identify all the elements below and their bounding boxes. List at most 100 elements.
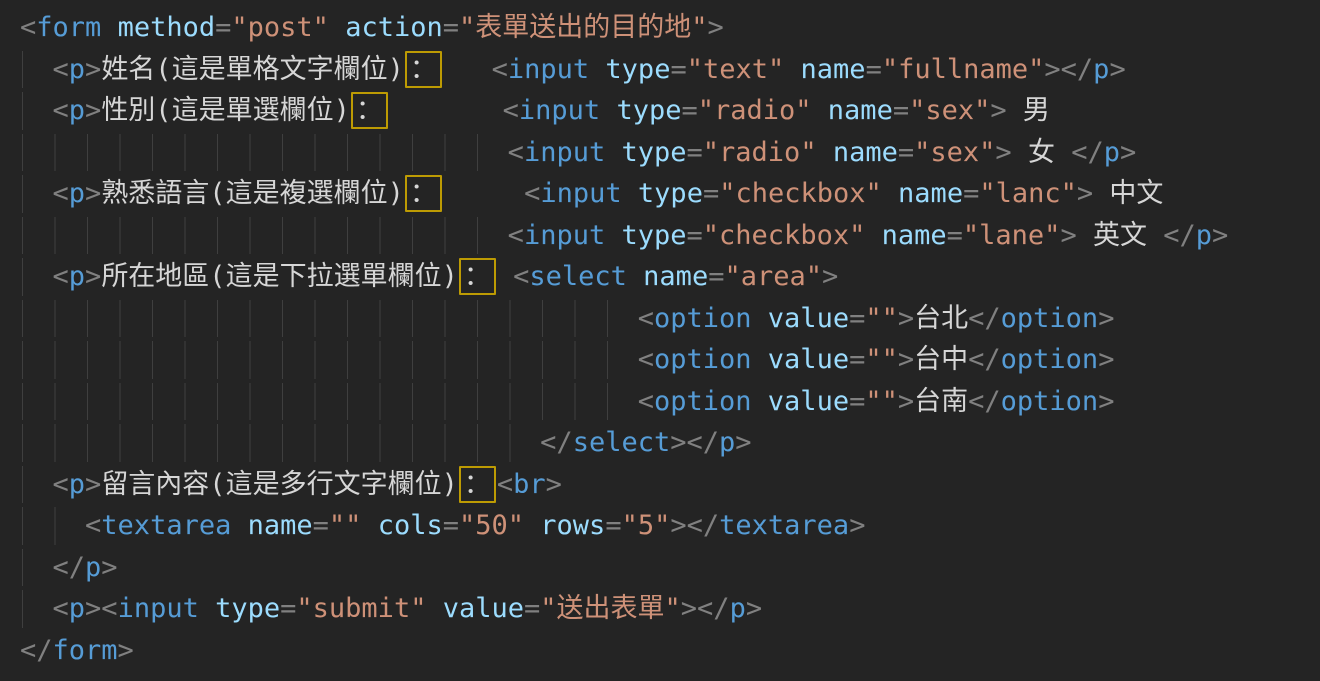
code-plain-text: 台中 (914, 344, 968, 375)
code-punctuation: = (866, 54, 882, 85)
code-line[interactable]: <p>姓名(這是單格文字欄位)： <input type="text" name… (20, 49, 1320, 91)
code-punctuation: = (524, 593, 540, 624)
code-string: "表單送出的目的地" (459, 12, 708, 43)
code-punctuation: > (708, 12, 724, 43)
code-tag-name: p (69, 178, 85, 209)
code-plain-text: 留言內容(這是多行文字欄位) (101, 469, 458, 500)
code-line[interactable]: <p>所在地區(這是下拉選單欄位)： <select name="area"> (20, 256, 1320, 298)
code-attribute-name: method (118, 12, 216, 43)
code-punctuation: > (746, 593, 762, 624)
code-tag-name: input (540, 178, 621, 209)
code-punctuation: </ (968, 344, 1001, 375)
code-tag-name: p (69, 469, 85, 500)
code-punctuation: ></ (670, 510, 719, 541)
code-plain-text (20, 178, 53, 209)
code-attribute-name: value (768, 344, 849, 375)
code-line[interactable]: <textarea name="" cols="50" rows="5"></t… (20, 505, 1320, 547)
code-line[interactable]: <option value="">台南</option> (20, 381, 1320, 423)
code-plain-text (605, 137, 621, 168)
code-punctuation: = (687, 220, 703, 251)
code-plain-text (20, 427, 540, 458)
code-tag-name: option (1001, 303, 1099, 334)
code-plain-text (20, 386, 638, 417)
code-string: "radio" (703, 137, 817, 168)
code-tag-name: option (654, 303, 752, 334)
code-attribute-name: type (215, 593, 280, 624)
code-line[interactable]: <input type="radio" name="sex"> 女 </p> (20, 132, 1320, 174)
code-plain-text (600, 95, 616, 126)
code-punctuation: = (849, 386, 865, 417)
code-line[interactable]: <option value="">台北</option> (20, 298, 1320, 340)
code-attribute-name: name (801, 54, 866, 85)
code-punctuation: < (497, 469, 513, 500)
code-plain-text: 女 (1012, 137, 1072, 168)
code-tag-name: select (573, 427, 671, 458)
code-punctuation: </ (1163, 220, 1196, 251)
code-attribute-name: name (828, 95, 893, 126)
code-punctuation: > (118, 635, 134, 666)
code-plain-text (752, 386, 768, 417)
code-punctuation: = (849, 344, 865, 375)
code-line[interactable]: <form method="post" action="表單送出的目的地"> (20, 7, 1320, 49)
code-plain-text (20, 220, 508, 251)
code-string: "" (865, 386, 898, 417)
code-line[interactable]: </select></p> (20, 422, 1320, 464)
code-punctuation: > (101, 552, 117, 583)
code-tag-name: option (654, 344, 752, 375)
code-attribute-name: name (833, 137, 898, 168)
code-plain-text: 男 (1007, 95, 1050, 126)
code-tag-name: p (1104, 137, 1120, 168)
code-tag-name: input (524, 220, 605, 251)
code-attribute-name: name (643, 261, 708, 292)
code-tag-name: form (36, 12, 101, 43)
code-string: "area" (724, 261, 822, 292)
code-line[interactable]: <p>性別(這是單選欄位)： <input type="radio" name=… (20, 90, 1320, 132)
code-attribute-name: name (248, 510, 313, 541)
code-plain-text (199, 593, 215, 624)
code-punctuation: ></ (681, 593, 730, 624)
code-punctuation: < (508, 220, 524, 251)
code-punctuation: = (313, 510, 329, 541)
code-plain-text (20, 593, 53, 624)
code-punctuation: > (1098, 303, 1114, 334)
code-line[interactable]: <input type="checkbox" name="lane"> 英文 <… (20, 215, 1320, 257)
code-tag-name: p (719, 427, 735, 458)
code-punctuation: > (1098, 344, 1114, 375)
code-editor[interactable]: <form method="post" action="表單送出的目的地"> <… (0, 0, 1320, 681)
code-punctuation: > (85, 178, 101, 209)
code-tag-name: option (1001, 344, 1099, 375)
code-attribute-name: type (621, 137, 686, 168)
code-line[interactable]: <p>熟悉語言(這是複選欄位)： <input type="checkbox" … (20, 173, 1320, 215)
code-punctuation: = (443, 12, 459, 43)
code-plain-text (101, 12, 117, 43)
code-punctuation: = (443, 510, 459, 541)
code-plain-text (589, 54, 605, 85)
code-line[interactable]: </form> (20, 630, 1320, 672)
code-punctuation: </ (1071, 137, 1104, 168)
code-punctuation: > (822, 261, 838, 292)
code-plain-text (622, 178, 638, 209)
code-line[interactable]: </p> (20, 547, 1320, 589)
code-punctuation: > (85, 469, 101, 500)
code-plain-text: 性別(這是單選欄位) (101, 95, 350, 126)
code-punctuation: = (670, 54, 686, 85)
code-plain-text: 台南 (914, 386, 968, 417)
code-punctuation: > (1077, 178, 1093, 209)
code-plain-text (784, 54, 800, 85)
code-punctuation: < (85, 510, 101, 541)
code-plain-text (329, 12, 345, 43)
code-tag-name: option (654, 386, 752, 417)
code-line[interactable]: <option value="">台中</option> (20, 339, 1320, 381)
code-line[interactable]: <p>留言內容(這是多行文字欄位)：<br> (20, 464, 1320, 506)
code-tag-name: input (508, 54, 589, 85)
code-line[interactable]: <p><input type="submit" value="送出表單"></p… (20, 588, 1320, 630)
code-plain-text (426, 593, 442, 624)
code-punctuation: = (280, 593, 296, 624)
code-string: "lane" (963, 220, 1061, 251)
code-punctuation: = (215, 12, 231, 43)
code-punctuation: = (605, 510, 621, 541)
code-tag-name: p (1196, 220, 1212, 251)
unicode-highlight-box: ： (405, 175, 442, 212)
code-punctuation: > (990, 95, 1006, 126)
code-punctuation: = (708, 261, 724, 292)
